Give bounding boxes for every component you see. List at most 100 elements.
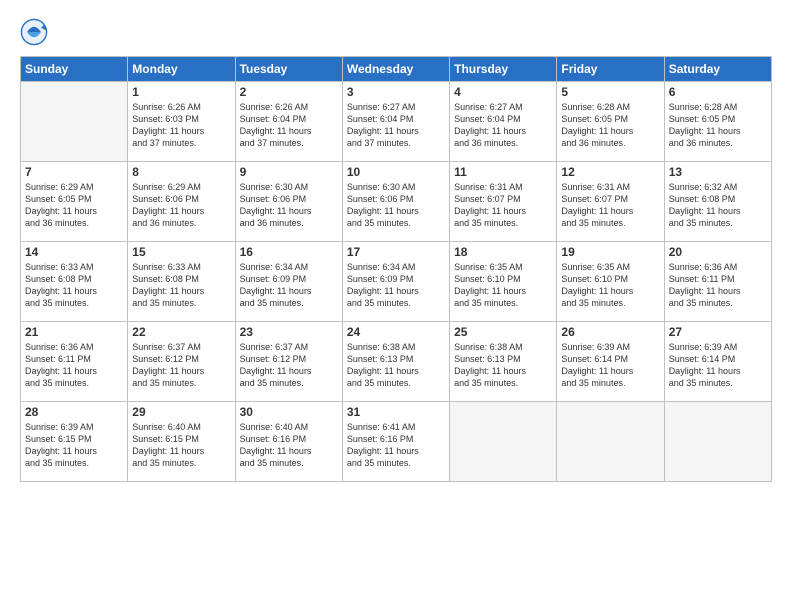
cell-text: Sunrise: 6:38 AM Sunset: 6:13 PM Dayligh…: [454, 341, 552, 390]
weekday-header-sunday: Sunday: [21, 57, 128, 82]
day-number: 24: [347, 325, 445, 339]
calendar-week-row: 21 Sunrise: 6:36 AM Sunset: 6:11 PM Dayli…: [21, 322, 772, 402]
day-number: 28: [25, 405, 123, 419]
day-number: 14: [25, 245, 123, 259]
calendar-cell: [664, 402, 771, 482]
day-number: 16: [240, 245, 338, 259]
calendar-cell: [450, 402, 557, 482]
cell-text: Sunrise: 6:34 AM Sunset: 6:09 PM Dayligh…: [347, 261, 445, 310]
cell-text: Sunrise: 6:26 AM Sunset: 6:03 PM Dayligh…: [132, 101, 230, 150]
cell-text: Sunrise: 6:29 AM Sunset: 6:06 PM Dayligh…: [132, 181, 230, 230]
day-number: 10: [347, 165, 445, 179]
cell-text: Sunrise: 6:41 AM Sunset: 6:16 PM Dayligh…: [347, 421, 445, 470]
day-number: 31: [347, 405, 445, 419]
calendar-cell: 1 Sunrise: 6:26 AM Sunset: 6:03 PM Daylig…: [128, 82, 235, 162]
day-number: 9: [240, 165, 338, 179]
weekday-header-row: SundayMondayTuesdayWednesdayThursdayFrid…: [21, 57, 772, 82]
day-number: 22: [132, 325, 230, 339]
day-number: 15: [132, 245, 230, 259]
calendar-cell: 3Sunrise: 6:27 AM Sunset: 6:04 PM Daylig…: [342, 82, 449, 162]
cell-text: Sunrise: 6:36 AM Sunset: 6:11 PM Dayligh…: [25, 341, 123, 390]
calendar-cell: 27Sunrise: 6:39 AM Sunset: 6:14 PM Dayli…: [664, 322, 771, 402]
day-number: 29: [132, 405, 230, 419]
calendar-cell: [557, 402, 664, 482]
cell-text: Sunrise: 6:34 AM Sunset: 6:09 PM Dayligh…: [240, 261, 338, 310]
cell-text: Sunrise: 6:30 AM Sunset: 6:06 PM Dayligh…: [240, 181, 338, 230]
cell-text: Sunrise: 6:29 AM Sunset: 6:05 PM Dayligh…: [25, 181, 123, 230]
cell-text: Sunrise: 6:27 AM Sunset: 6:04 PM Dayligh…: [454, 101, 552, 150]
calendar-cell: 19Sunrise: 6:35 AM Sunset: 6:10 PM Dayli…: [557, 242, 664, 322]
calendar-cell: 25 Sunrise: 6:38 AM Sunset: 6:13 PM Dayli…: [450, 322, 557, 402]
cell-text: Sunrise: 6:31 AM Sunset: 6:07 PM Dayligh…: [454, 181, 552, 230]
cell-text: Sunrise: 6:36 AM Sunset: 6:11 PM Dayligh…: [669, 261, 767, 310]
cell-text: Sunrise: 6:33 AM Sunset: 6:08 PM Dayligh…: [132, 261, 230, 310]
cell-text: Sunrise: 6:35 AM Sunset: 6:10 PM Dayligh…: [561, 261, 659, 310]
calendar-cell: 12 Sunrise: 6:31 AM Sunset: 6:07 PM Dayli…: [557, 162, 664, 242]
calendar-cell: 17 Sunrise: 6:34 AM Sunset: 6:09 PM Dayli…: [342, 242, 449, 322]
calendar-cell: 2 Sunrise: 6:26 AM Sunset: 6:04 PM Daylig…: [235, 82, 342, 162]
calendar-cell: 18 Sunrise: 6:35 AM Sunset: 6:10 PM Dayli…: [450, 242, 557, 322]
calendar-cell: 13Sunrise: 6:32 AM Sunset: 6:08 PM Dayli…: [664, 162, 771, 242]
calendar-cell: 24 Sunrise: 6:38 AM Sunset: 6:13 PM Dayli…: [342, 322, 449, 402]
calendar-cell: 28 Sunrise: 6:39 AM Sunset: 6:15 PM Dayli…: [21, 402, 128, 482]
calendar-cell: 22 Sunrise: 6:37 AM Sunset: 6:12 PM Dayli…: [128, 322, 235, 402]
calendar-week-row: 28 Sunrise: 6:39 AM Sunset: 6:15 PM Dayli…: [21, 402, 772, 482]
calendar-cell: 16 Sunrise: 6:34 AM Sunset: 6:09 PM Dayli…: [235, 242, 342, 322]
weekday-header-tuesday: Tuesday: [235, 57, 342, 82]
day-number: 6: [669, 85, 767, 99]
calendar-cell: 14Sunrise: 6:33 AM Sunset: 6:08 PM Dayli…: [21, 242, 128, 322]
day-number: 1: [132, 85, 230, 99]
cell-text: Sunrise: 6:40 AM Sunset: 6:16 PM Dayligh…: [240, 421, 338, 470]
day-number: 7: [25, 165, 123, 179]
calendar-cell: 6 Sunrise: 6:28 AM Sunset: 6:05 PM Daylig…: [664, 82, 771, 162]
day-number: 4: [454, 85, 552, 99]
weekday-header-friday: Friday: [557, 57, 664, 82]
cell-text: Sunrise: 6:35 AM Sunset: 6:10 PM Dayligh…: [454, 261, 552, 310]
calendar-cell: 30 Sunrise: 6:40 AM Sunset: 6:16 PM Dayli…: [235, 402, 342, 482]
calendar-cell: 23Sunrise: 6:37 AM Sunset: 6:12 PM Dayli…: [235, 322, 342, 402]
day-number: 30: [240, 405, 338, 419]
cell-text: Sunrise: 6:26 AM Sunset: 6:04 PM Dayligh…: [240, 101, 338, 150]
day-number: 11: [454, 165, 552, 179]
day-number: 5: [561, 85, 659, 99]
day-number: 18: [454, 245, 552, 259]
calendar-table: SundayMondayTuesdayWednesdayThursdayFrid…: [20, 56, 772, 482]
weekday-header-thursday: Thursday: [450, 57, 557, 82]
calendar-week-row: 14 Sunrise: 6:33 AM Sunset: 6:08 PM Dayli…: [21, 242, 772, 322]
weekday-header-saturday: Saturday: [664, 57, 771, 82]
header: [20, 18, 772, 46]
day-number: 17: [347, 245, 445, 259]
day-number: 2: [240, 85, 338, 99]
calendar-week-row: 1 Sunrise: 6:26 AM Sunset: 6:03 PM Daylig…: [21, 82, 772, 162]
cell-text: Sunrise: 6:39 AM Sunset: 6:15 PM Dayligh…: [25, 421, 123, 470]
day-number: 21: [25, 325, 123, 339]
day-number: 23: [240, 325, 338, 339]
day-number: 20: [669, 245, 767, 259]
cell-text: Sunrise: 6:31 AM Sunset: 6:07 PM Dayligh…: [561, 181, 659, 230]
cell-text: Sunrise: 6:27 AM Sunset: 6:04 PM Dayligh…: [347, 101, 445, 150]
calendar-cell: 26Sunrise: 6:39 AM Sunset: 6:14 PM Dayli…: [557, 322, 664, 402]
cell-text: Sunrise: 6:40 AM Sunset: 6:15 PM Dayligh…: [132, 421, 230, 470]
cell-text: Sunrise: 6:37 AM Sunset: 6:12 PM Dayligh…: [132, 341, 230, 390]
cell-text: Sunrise: 6:39 AM Sunset: 6:14 PM Dayligh…: [561, 341, 659, 390]
cell-text: Sunrise: 6:28 AM Sunset: 6:05 PM Dayligh…: [669, 101, 767, 150]
calendar-cell: 31 Sunrise: 6:41 AM Sunset: 6:16 PM Dayli…: [342, 402, 449, 482]
cell-text: Sunrise: 6:38 AM Sunset: 6:13 PM Dayligh…: [347, 341, 445, 390]
calendar-cell: 20 Sunrise: 6:36 AM Sunset: 6:11 PM Dayli…: [664, 242, 771, 322]
weekday-header-wednesday: Wednesday: [342, 57, 449, 82]
cell-text: Sunrise: 6:30 AM Sunset: 6:06 PM Dayligh…: [347, 181, 445, 230]
calendar-cell: 5 Sunrise: 6:28 AM Sunset: 6:05 PM Daylig…: [557, 82, 664, 162]
day-number: 25: [454, 325, 552, 339]
calendar-cell: 9 Sunrise: 6:30 AM Sunset: 6:06 PM Daylig…: [235, 162, 342, 242]
cell-text: Sunrise: 6:39 AM Sunset: 6:14 PM Dayligh…: [669, 341, 767, 390]
calendar-cell: 7 Sunrise: 6:29 AM Sunset: 6:05 PM Daylig…: [21, 162, 128, 242]
day-number: 12: [561, 165, 659, 179]
cell-text: Sunrise: 6:28 AM Sunset: 6:05 PM Dayligh…: [561, 101, 659, 150]
calendar-cell: 15 Sunrise: 6:33 AM Sunset: 6:08 PM Dayli…: [128, 242, 235, 322]
calendar-cell: [21, 82, 128, 162]
calendar-cell: 10 Sunrise: 6:30 AM Sunset: 6:06 PM Dayli…: [342, 162, 449, 242]
calendar-week-row: 7 Sunrise: 6:29 AM Sunset: 6:05 PM Daylig…: [21, 162, 772, 242]
calendar-cell: 21 Sunrise: 6:36 AM Sunset: 6:11 PM Dayli…: [21, 322, 128, 402]
calendar-cell: 8Sunrise: 6:29 AM Sunset: 6:06 PM Daylig…: [128, 162, 235, 242]
logo-icon: [20, 18, 48, 46]
